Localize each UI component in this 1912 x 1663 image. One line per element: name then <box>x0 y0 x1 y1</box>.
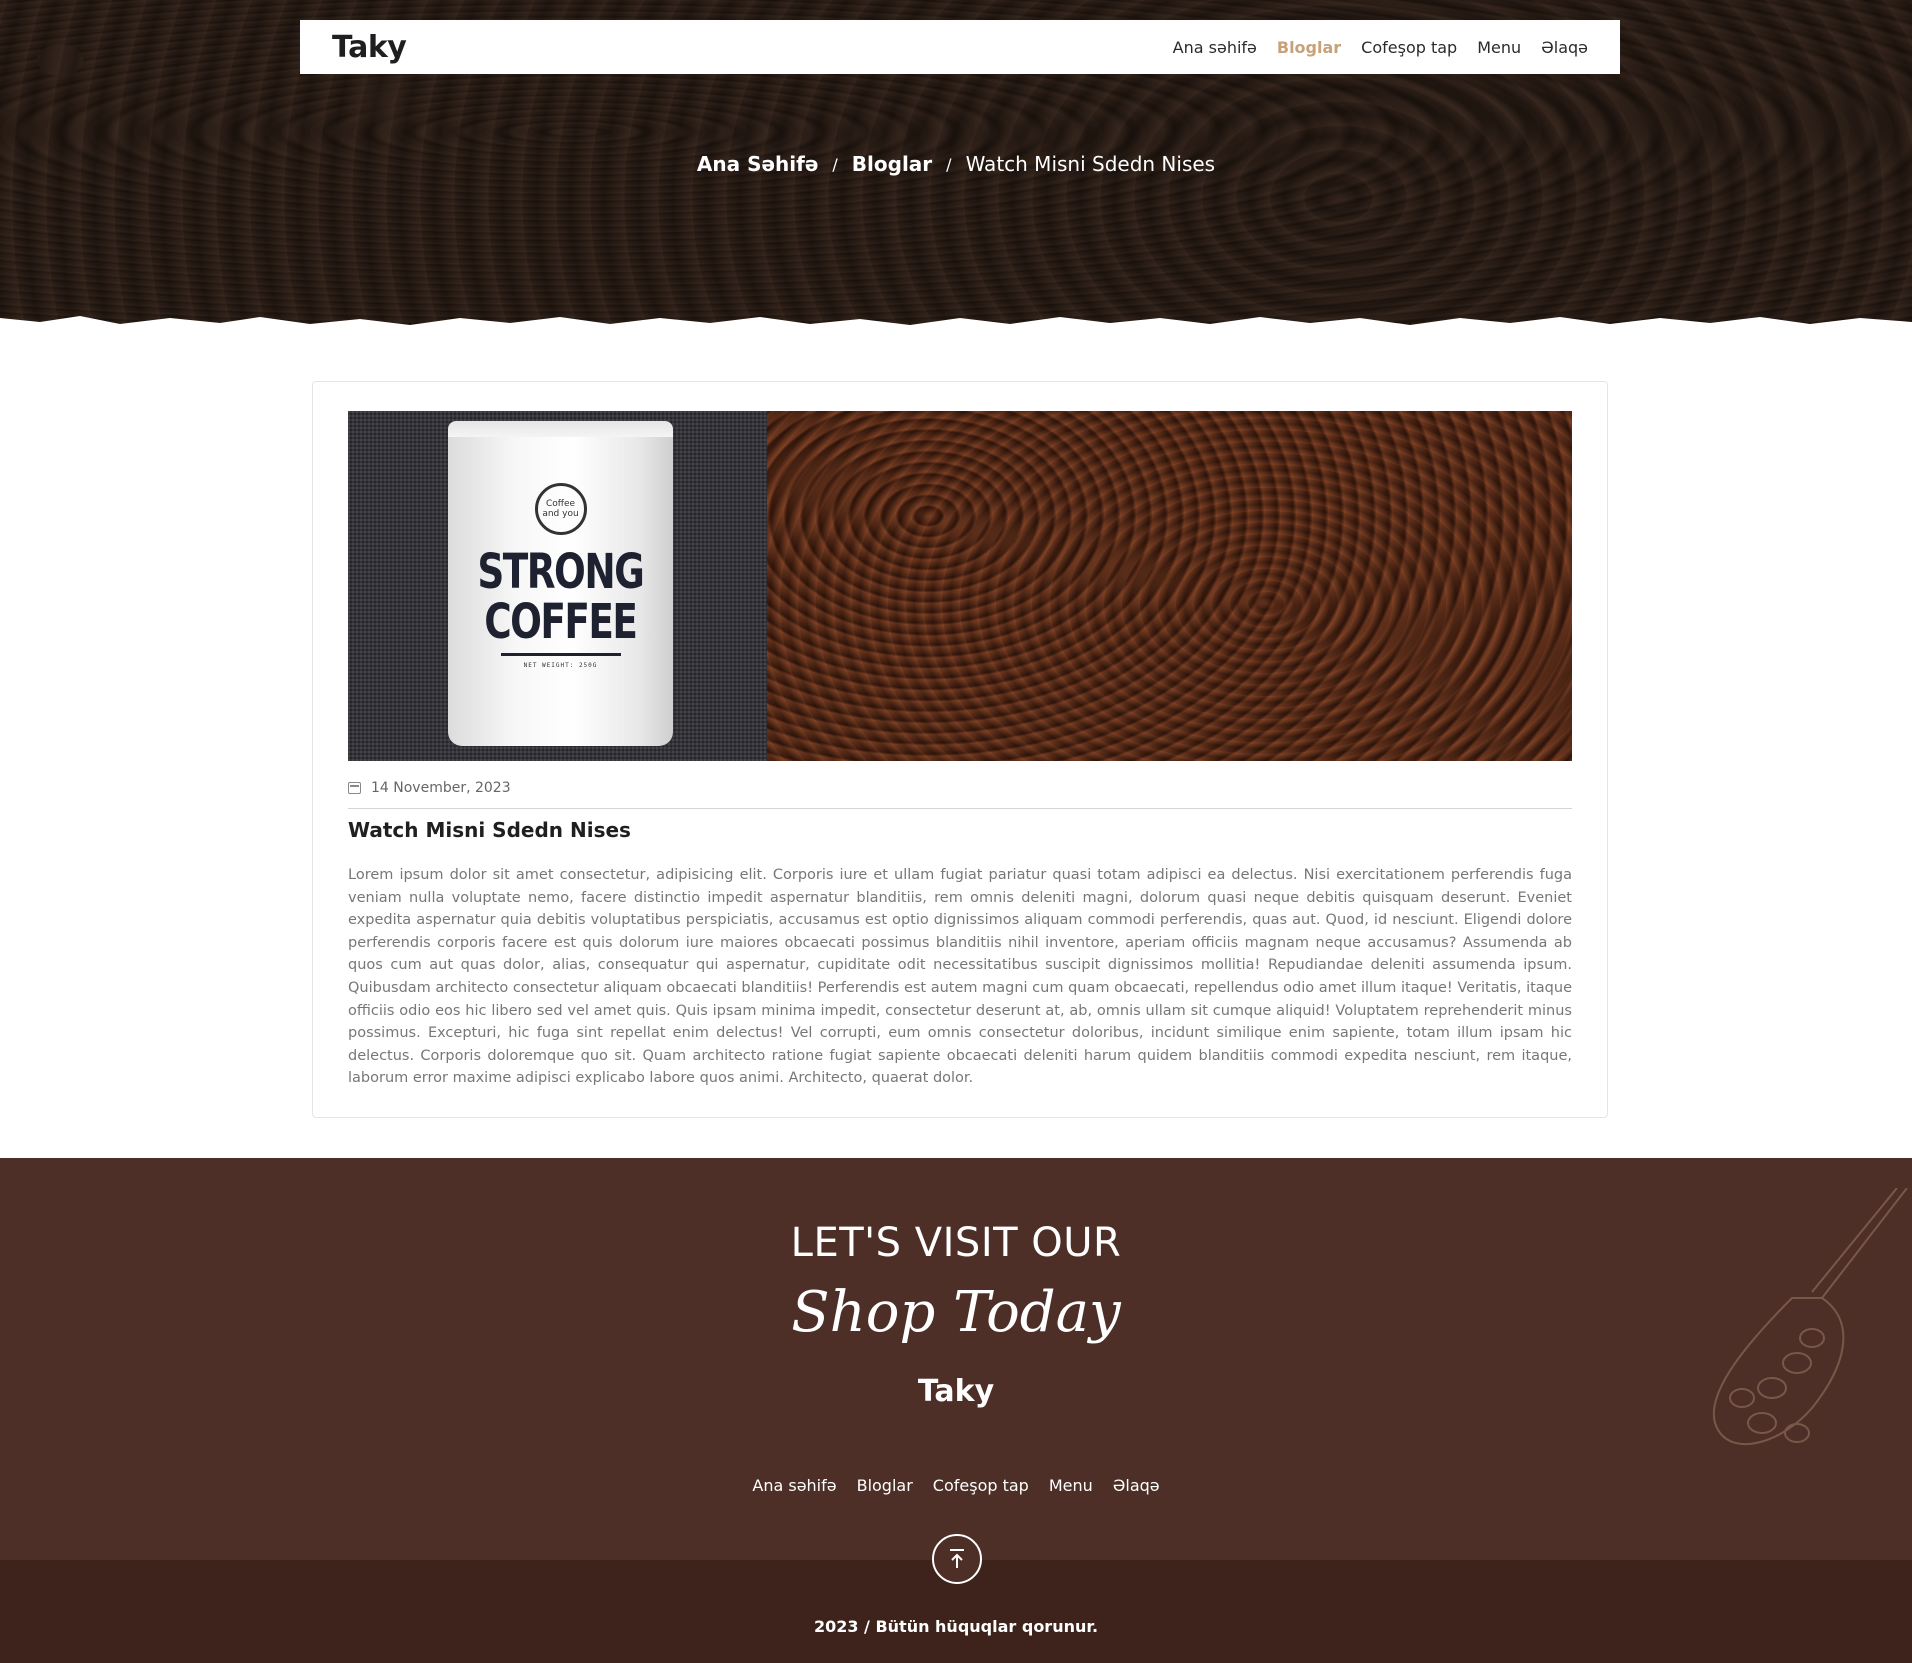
site-logo[interactable]: Taky <box>332 30 407 65</box>
post-meta: 14 November, 2023 <box>348 780 511 796</box>
coffee-beans-photo <box>767 411 1572 761</box>
nav-links: Ana səhifə Bloglar Cofeşop tap Menu Əlaq… <box>1173 38 1588 57</box>
nav-link-menu[interactable]: Menu <box>1477 38 1521 57</box>
footer-logo[interactable]: Taky <box>0 1374 1912 1409</box>
breadcrumb-separator: / <box>832 154 838 174</box>
post-title: Watch Misni Sdedn Nises <box>348 818 631 842</box>
post-body: Lorem ipsum dolor sit amet consectetur, … <box>348 867 1572 1087</box>
copyright-text: 2023 / Bütün hüquqlar qorunur. <box>813 1617 1099 1636</box>
torn-paper-edge <box>0 316 1912 342</box>
bag-title: STRONG COFFEE <box>477 544 645 650</box>
footer-link-contact[interactable]: Əlaqə <box>1113 1476 1160 1495</box>
breadcrumb: Ana Səhifə / Bloglar / Watch Misni Sdedn… <box>0 152 1912 176</box>
footer-link-home[interactable]: Ana səhifə <box>752 1476 836 1495</box>
footer-link-menu[interactable]: Menu <box>1049 1476 1093 1495</box>
blog-post-card: Coffee and you STRONG COFFEE NET WEIGHT:… <box>312 381 1608 1118</box>
nav-link-home[interactable]: Ana səhifə <box>1173 38 1257 57</box>
back-to-top-button[interactable] <box>932 1534 982 1584</box>
nav-link-contact[interactable]: Əlaqə <box>1541 38 1588 57</box>
arrow-up-to-top-icon <box>950 1549 964 1568</box>
breadcrumb-separator: / <box>946 154 952 174</box>
footer-link-blogs[interactable]: Bloglar <box>857 1476 913 1495</box>
breadcrumb-blogs[interactable]: Bloglar <box>852 152 932 176</box>
top-navbar: Taky Ana səhifə Bloglar Cofeşop tap Menu… <box>300 20 1620 74</box>
calendar-icon <box>348 782 361 794</box>
footer-script-heading: Shop Today <box>791 1280 1121 1345</box>
bag-weight: NET WEIGHT: 250G <box>523 662 598 669</box>
divider <box>348 808 1572 809</box>
footer-link-find-coffeeshop[interactable]: Cofeşop tap <box>933 1476 1029 1495</box>
post-image: Coffee and you STRONG COFFEE NET WEIGHT:… <box>348 411 1572 761</box>
footer: LET'S VISIT OUR Shop Today Taky Ana səhi… <box>0 1158 1912 1560</box>
coffee-bag-photo: Coffee and you STRONG COFFEE NET WEIGHT:… <box>348 411 767 761</box>
breadcrumb-current: Watch Misni Sdedn Nises <box>965 152 1216 176</box>
nav-link-blogs[interactable]: Bloglar <box>1277 38 1341 57</box>
breadcrumb-home[interactable]: Ana Səhifə <box>697 152 819 176</box>
nav-link-find-coffeeshop[interactable]: Cofeşop tap <box>1361 38 1457 57</box>
footer-heading: LET'S VISIT OUR <box>790 1220 1122 1266</box>
footer-nav: Ana səhifə Bloglar Cofeşop tap Menu Əlaq… <box>0 1476 1912 1495</box>
post-date: 14 November, 2023 <box>371 780 511 796</box>
coffee-bag: Coffee and you STRONG COFFEE NET WEIGHT:… <box>448 421 673 746</box>
bag-badge: Coffee and you <box>534 483 587 535</box>
